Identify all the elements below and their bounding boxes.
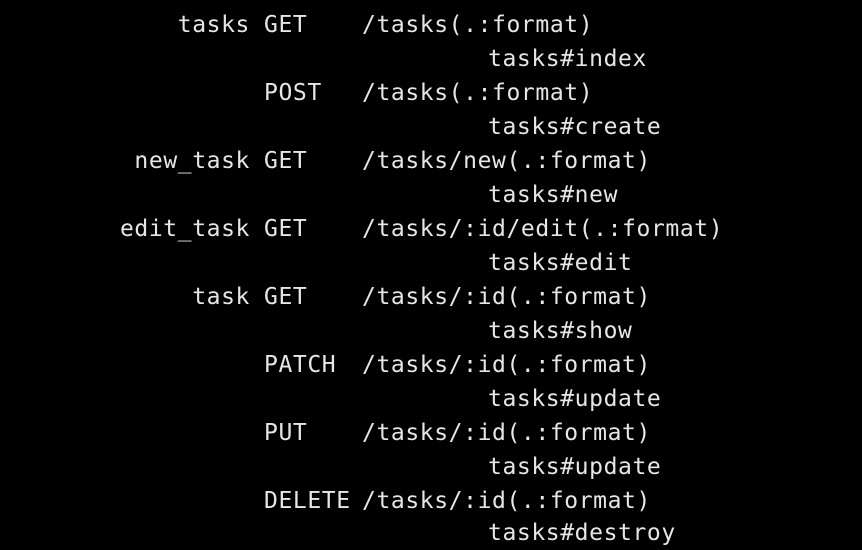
route-path: /tasks/:id/edit(.:format) bbox=[362, 216, 724, 242]
route-path: /tasks/:id(.:format) bbox=[362, 284, 651, 310]
route-name: edit_task bbox=[119, 216, 250, 242]
route-action: tasks#edit bbox=[488, 250, 633, 276]
route-action: tasks#create bbox=[488, 114, 662, 140]
route-action: tasks#destroy bbox=[488, 520, 676, 546]
route-verb: GET bbox=[264, 216, 308, 242]
route-verb: PUT bbox=[264, 420, 308, 446]
route-action: tasks#update bbox=[488, 454, 662, 480]
route-path: /tasks(.:format) bbox=[362, 12, 594, 38]
route-path: /tasks(.:format) bbox=[362, 80, 594, 106]
terminal-window[interactable]: tasks GET /tasks(.:format) tasks#index P… bbox=[0, 0, 862, 550]
route-verb: PATCH bbox=[264, 352, 337, 378]
route-path: /tasks/:id(.:format) bbox=[362, 420, 651, 446]
route-verb: GET bbox=[264, 284, 308, 310]
route-path: /tasks/:id(.:format) bbox=[362, 352, 651, 378]
route-name bbox=[0, 348, 250, 382]
route-action: tasks#index bbox=[488, 46, 647, 72]
route-name bbox=[0, 416, 250, 450]
route-name: tasks bbox=[177, 12, 250, 38]
route-name bbox=[0, 484, 250, 518]
route-verb: GET bbox=[264, 12, 308, 38]
route-action: tasks#update bbox=[488, 386, 662, 412]
route-verb: POST bbox=[264, 80, 322, 106]
route-action: tasks#new bbox=[488, 182, 619, 208]
route-verb: DELETE bbox=[264, 488, 351, 514]
route-name: new_task bbox=[134, 148, 250, 174]
route-action: tasks#show bbox=[488, 318, 633, 344]
route-name: task bbox=[192, 284, 250, 310]
route-path: /tasks/:id(.:format) bbox=[362, 488, 651, 514]
route-verb: GET bbox=[264, 148, 308, 174]
route-path: /tasks/new(.:format) bbox=[362, 148, 651, 174]
route-name bbox=[0, 76, 250, 110]
